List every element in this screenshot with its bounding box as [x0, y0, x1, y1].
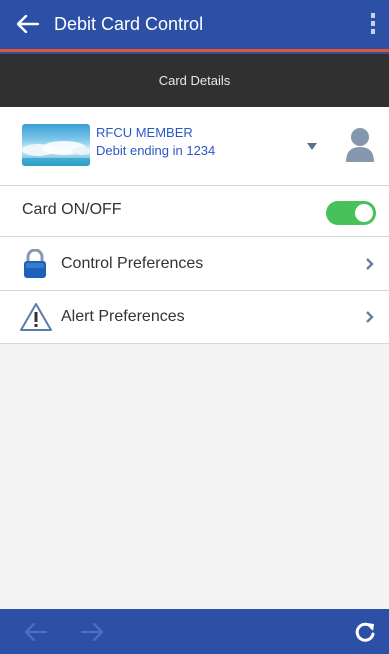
control-preferences-row[interactable]: Control Preferences	[0, 237, 389, 291]
chevron-right-icon	[365, 257, 375, 271]
card-holder-name: RFCU MEMBER	[96, 125, 193, 140]
section-header: Card Details	[0, 54, 389, 107]
alert-preferences-label: Alert Preferences	[61, 308, 185, 325]
caret-down-icon[interactable]	[305, 139, 319, 151]
chevron-right-icon	[365, 310, 375, 324]
back-arrow-icon[interactable]	[16, 12, 40, 36]
card-toggle-row: Card ON/OFF	[0, 186, 389, 237]
page-title: Debit Card Control	[54, 13, 204, 34]
app-bar: Debit Card Control	[0, 0, 389, 48]
bottom-nav-bar	[0, 609, 389, 654]
refresh-icon[interactable]	[354, 621, 376, 648]
arrow-right-icon[interactable]	[80, 622, 104, 646]
arrow-left-icon[interactable]	[24, 622, 48, 646]
toggle-knob	[355, 204, 373, 222]
lock-icon	[23, 248, 47, 284]
card-selector[interactable]: RFCU MEMBER Debit ending in 1234	[0, 107, 389, 186]
alert-preferences-row[interactable]: Alert Preferences	[0, 291, 389, 344]
warning-icon	[19, 302, 53, 337]
card-image	[22, 124, 90, 166]
user-icon[interactable]	[344, 127, 376, 163]
card-number-label: Debit ending in 1234	[96, 143, 216, 158]
control-preferences-label: Control Preferences	[61, 255, 204, 272]
card-toggle-switch[interactable]	[326, 201, 376, 225]
overflow-menu-icon[interactable]	[357, 0, 389, 48]
card-toggle-label: Card ON/OFF	[22, 201, 122, 218]
section-title: Card Details	[158, 73, 231, 88]
